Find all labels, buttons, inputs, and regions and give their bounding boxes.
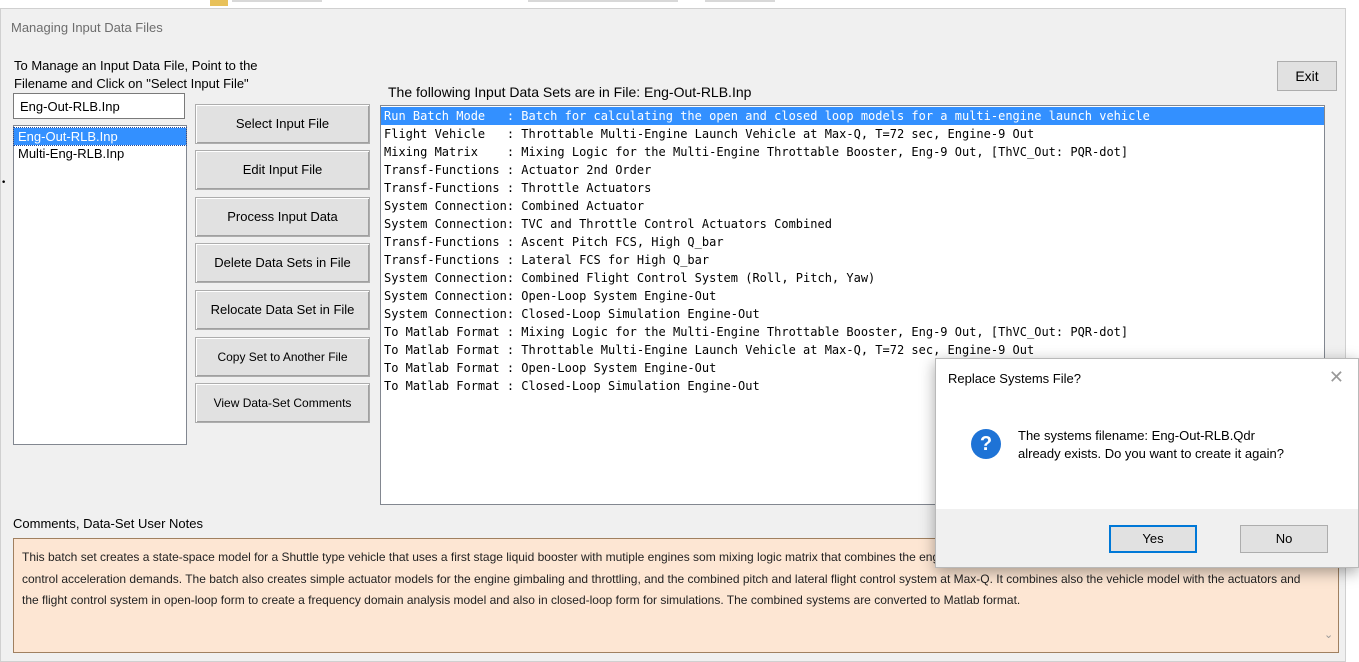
dataset-row[interactable]: Transf-Functions : Lateral FCS for High … (381, 251, 1324, 269)
blurred-text (528, 0, 678, 2)
relocate-data-set-button[interactable]: Relocate Data Set in File (195, 290, 370, 330)
dataset-row[interactable]: Mixing Matrix : Mixing Logic for the Mul… (381, 143, 1324, 161)
dataset-row[interactable]: System Connection: Combined Actuator (381, 197, 1324, 215)
dialog-title: Replace Systems File? (948, 371, 1081, 386)
window-title: Managing Input Data Files (11, 20, 163, 35)
exit-button[interactable]: Exit (1277, 61, 1337, 91)
view-comments-button[interactable]: View Data-Set Comments (195, 383, 370, 423)
dataset-row[interactable]: To Matlab Format : Mixing Logic for the … (381, 323, 1324, 341)
edit-input-file-button[interactable]: Edit Input File (195, 150, 370, 190)
process-input-data-button[interactable]: Process Input Data (195, 197, 370, 237)
dataset-row[interactable]: Flight Vehicle : Throttable Multi-Engine… (381, 125, 1324, 143)
instruction-line-2: Filename and Click on "Select Input File… (14, 76, 249, 91)
dataset-row[interactable]: Transf-Functions : Ascent Pitch FCS, Hig… (381, 233, 1324, 251)
edge-artifact: • (1, 178, 7, 188)
dialog-message-line-2: already exists. Do you want to create it… (1018, 446, 1284, 461)
dataset-row[interactable]: To Matlab Format : Throttable Multi-Engi… (381, 341, 1324, 359)
dataset-row[interactable]: Transf-Functions : Actuator 2nd Order (381, 161, 1324, 179)
instruction-line-1: To Manage an Input Data File, Point to t… (14, 58, 258, 73)
notes-label: Comments, Data-Set User Notes (13, 516, 204, 531)
dialog-message-line-1: The systems filename: Eng-Out-RLB.Qdr (1018, 428, 1255, 443)
dataset-row[interactable]: Run Batch Mode : Batch for calculating t… (381, 107, 1324, 125)
chevron-down-icon[interactable]: ⌄ (1324, 625, 1333, 647)
filename-field[interactable]: Eng-Out-RLB.Inp (13, 93, 185, 119)
replace-file-dialog: Replace Systems File? ✕ ? The systems fi… (935, 358, 1359, 568)
file-list[interactable]: Eng-Out-RLB.Inp Multi-Eng-RLB.Inp (13, 125, 187, 445)
blurred-text (705, 0, 775, 2)
background-window-strip (0, 0, 1359, 8)
dataset-row[interactable]: System Connection: Open-Loop System Engi… (381, 287, 1324, 305)
dataset-row[interactable]: System Connection: Combined Flight Contr… (381, 269, 1324, 287)
dataset-row[interactable]: Transf-Functions : Throttle Actuators (381, 179, 1324, 197)
datasets-header: The following Input Data Sets are in Fil… (388, 84, 752, 100)
select-input-file-button[interactable]: Select Input File (195, 104, 370, 144)
close-icon[interactable]: ✕ (1329, 367, 1344, 388)
question-icon: ? (971, 429, 1001, 459)
delete-data-sets-button[interactable]: Delete Data Sets in File (195, 243, 370, 283)
dialog-message: The systems filename: Eng-Out-RLB.Qdr al… (1018, 427, 1284, 463)
folder-icon (210, 0, 228, 6)
dataset-row[interactable]: System Connection: TVC and Throttle Cont… (381, 215, 1324, 233)
title-bar: Managing Input Data Files (1, 9, 1345, 45)
no-button[interactable]: No (1240, 525, 1328, 553)
file-list-item[interactable]: Multi-Eng-RLB.Inp (14, 145, 186, 162)
file-list-item[interactable]: Eng-Out-RLB.Inp (13, 127, 187, 146)
blurred-text (232, 0, 322, 2)
yes-button[interactable]: Yes (1109, 525, 1197, 553)
dataset-row[interactable]: System Connection: Closed-Loop Simulatio… (381, 305, 1324, 323)
copy-set-button[interactable]: Copy Set to Another File (195, 337, 370, 377)
